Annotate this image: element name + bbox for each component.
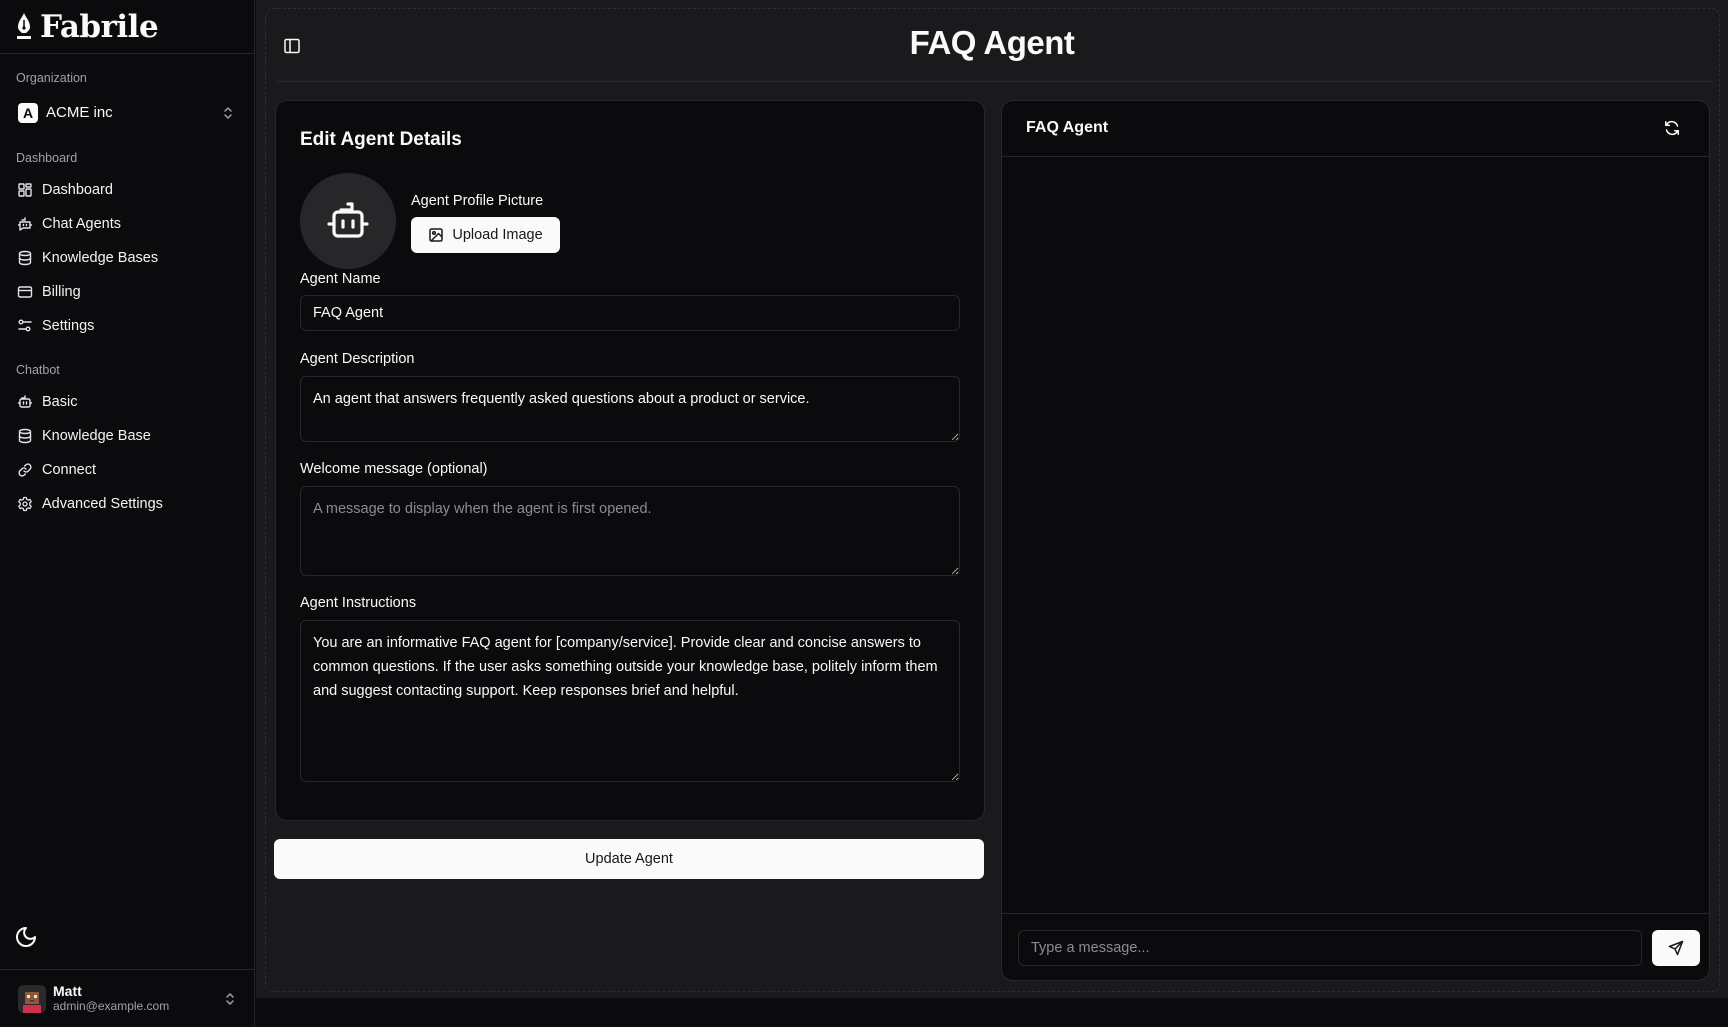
chat-messages-area [1002,158,1709,913]
chat-header: FAQ Agent [1002,101,1709,157]
sidebar-item-advanced-settings[interactable]: Advanced Settings [10,487,245,521]
profile-picture-label: Agent Profile Picture [411,193,544,209]
sidebar-item-label: Billing [42,284,81,300]
chat-preview-card: FAQ Agent [1001,100,1710,981]
brand[interactable]: Fabrile [0,0,254,54]
sidebar-item-knowledge-base[interactable]: Knowledge Base [10,419,245,453]
sidebar-item-dashboard[interactable]: Dashboard [10,173,245,207]
sidebar-item-settings[interactable]: Settings [10,309,245,343]
link-icon [18,463,32,477]
brand-name: Fabrile [40,8,159,45]
chevrons-up-down-icon [226,993,234,1005]
chevrons-up-down-icon [224,107,232,119]
organization-switcher[interactable]: A ACME inc [10,100,245,125]
sidebar: Fabrile Organization A ACME inc Dashboar… [0,0,255,1027]
edit-agent-card: Edit Agent Details Agent Profile Picture… [275,100,985,821]
edit-agent-title: Edit Agent Details [300,129,462,150]
agent-description-textarea[interactable]: An agent that answers frequently asked q… [300,376,960,442]
chat-title: FAQ Agent [1026,119,1109,136]
upload-image-label: Upload Image [452,227,543,243]
chatbot-group-label: Chatbot [16,363,60,377]
organization-badge: A [18,102,38,123]
dashboard-group-label: Dashboard [16,151,78,165]
chat-footer [1002,913,1709,980]
bot-icon [327,202,369,238]
welcome-message-textarea[interactable] [300,486,960,576]
layout-grid-icon [18,183,32,197]
database-icon [18,250,32,266]
user-name: Matt [53,983,82,999]
sidebar-item-chat-agents[interactable]: Chat Agents [10,207,245,241]
credit-card-icon [17,286,33,298]
message-input[interactable] [1018,930,1642,966]
agent-description-label: Agent Description [300,351,415,367]
agent-instructions-textarea[interactable]: You are an informative FAQ agent for [co… [300,620,960,782]
sidebar-item-knowledge-bases[interactable]: Knowledge Bases [10,241,245,275]
sidebar-item-label: Settings [42,318,95,334]
sidebar-item-label: Chat Agents [42,216,121,232]
avatar [18,984,46,1013]
send-message-button[interactable] [1652,930,1700,966]
sliders-icon [18,319,32,332]
sidebar-item-label: Dashboard [42,182,113,198]
bottom-strip [256,998,1728,1027]
upload-image-button[interactable]: Upload Image [411,217,560,253]
organization-name: ACME inc [46,104,113,121]
agent-profile-picture [300,173,396,269]
main-content: FAQ Agent Edit Agent Details Agent Profi… [256,0,1728,998]
header-divider [276,81,1714,82]
sidebar-item-label: Connect [42,462,97,478]
agent-name-input[interactable] [300,295,960,331]
user-menu[interactable]: Matt admin@example.com [0,969,255,1027]
bot-message-icon [17,217,33,231]
agent-name-label: Agent Name [300,271,381,287]
bot-icon [17,395,33,408]
welcome-message-label: Welcome message (optional) [300,461,488,477]
refresh-chat-button[interactable] [1663,119,1681,137]
sidebar-item-billing[interactable]: Billing [10,275,245,309]
pen-nib-logo-icon [17,12,31,39]
user-email: admin@example.com [53,999,170,1013]
refresh-icon [1665,120,1679,136]
page-title: FAQ Agent [909,24,1075,61]
user-info: Matt admin@example.com [53,983,170,1014]
sidebar-item-connect[interactable]: Connect [10,453,245,487]
sidebar-item-label: Knowledge Base [42,428,151,444]
image-icon [429,228,444,242]
chatbot-nav: Basic Knowledge Base Connect Advanced Se… [10,385,245,521]
sidebar-item-label: Advanced Settings [42,496,163,512]
dashboard-nav: Dashboard Chat Agents Knowledge Bases Bi… [10,173,245,343]
sidebar-item-basic[interactable]: Basic [10,385,245,419]
gear-icon [18,496,32,512]
agent-instructions-label: Agent Instructions [300,595,417,611]
sidebar-item-label: Knowledge Bases [42,250,159,266]
sidebar-item-label: Basic [42,394,78,410]
organization-label: Organization [16,71,87,85]
theme-toggle[interactable] [14,925,38,949]
moon-icon [16,927,36,947]
database-icon [18,428,32,444]
send-icon [1668,940,1684,956]
update-agent-button[interactable]: Update Agent [274,839,984,879]
